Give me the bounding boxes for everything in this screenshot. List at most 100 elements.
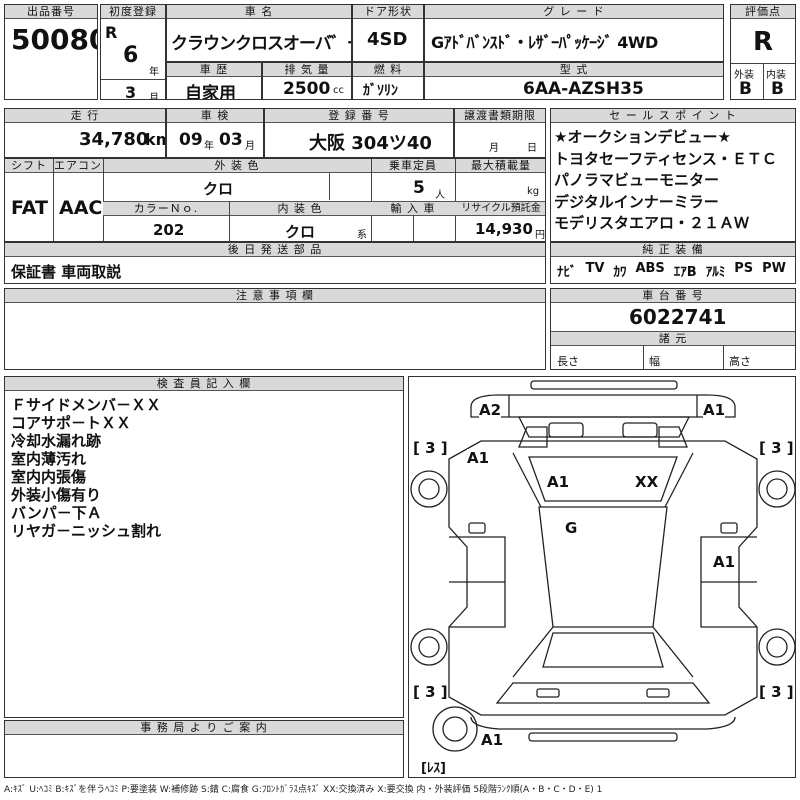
car-name: クラウンクロスオーバ゛ー [171,34,352,54]
displacement-unit: cc [333,85,344,96]
color-no-label: カラーＮｏ. [103,201,229,216]
length-label: 長さ [557,355,579,368]
remark-line: コアサポ－トＸＸ [11,414,132,432]
history-label: 車 歴 [167,63,261,77]
mileage-box: 走 行 34,780 km [4,108,166,158]
model-code: 6AA-AZSH35 [523,79,644,99]
equipment-item: PS [734,261,754,276]
plate-label: 登 録 番 号 [265,109,453,123]
mark-hood-left: A1 [547,473,570,491]
remark-line: Ｆサイドメンバ－ＸＸ [11,396,162,414]
recycle-unit: 円 [535,230,545,241]
overall-score: R [753,27,774,57]
width-label: 幅 [649,355,660,368]
history-box: 車 歴 自家用 [166,62,262,100]
transfer-day-unit: 日 [527,143,537,154]
chassis-label: 車 台 番 号 [551,289,795,303]
inspector-box: 検 査 員 記 入 欄 Ｆサイドメンバ－ＸＸ コアサポ－トＸＸ 冷却水漏れ跡 室… [4,376,404,718]
car-name-box: 車 名 クラウンクロスオーバ゛ー [166,4,352,62]
equipment-item: ABS [635,261,665,276]
sales-point: モデリスタエアロ・２１ＡＷ [554,214,750,232]
displacement-label: 排 気 量 [263,63,351,77]
sales-points-box: セ ー ル ス ポ イ ン ト ★オークションデビュー★ トヨタセーフティセンス… [550,108,796,242]
mark-rear-door-right: A1 [713,553,736,571]
transfer-label: 譲渡書類期限 [455,109,545,123]
color-section: シフト エアコン 外 装 色 乗車定員 最大積載量 FAT AAC クロ 5 人… [4,158,546,242]
lot-box: 出品番号 50080 [4,4,98,100]
car-outline [410,380,795,752]
month-unit: 月 [149,93,159,100]
grade: Gｱﾄﾞﾊﾞﾝｽﾄﾞ・ﾚｻﾞｰﾊﾟｯｹｰｼﾞ 4WD [431,33,658,52]
office-label: 事 務 局 よ り ご 案 内 [5,721,403,735]
equipment-item: ｴｱB [673,265,697,280]
tire-rear-left: [ 3 ] [413,683,448,701]
door-type: 4SD [367,29,408,50]
deferred-label: 後 日 発 送 部 品 [5,243,545,257]
exterior-score: B [739,79,752,99]
capacity-unit: 人 [435,190,445,201]
reg-year: 6 [123,43,139,68]
mark-front-bumper-left: A2 [479,401,502,419]
inspector-label: 検 査 員 記 入 欄 [5,377,403,391]
equipment-item: ｱﾙﾐ [705,265,726,280]
chassis-number: 6022741 [629,305,727,329]
equipment-item: PW [762,261,786,276]
door-box: ドア形状 4SD [352,4,424,62]
equipment-box: 純 正 装 備 ﾅﾋﾞ TV ｶﾜ ABS ｴｱB ｱﾙﾐ PS PW [550,242,796,284]
first-registration-box: 初度登録 R 6 年 3 月 [100,4,166,100]
inspection-month: 03 [219,130,243,150]
fuel-label: 燃 料 [353,63,423,77]
mark-hood-right: XX [635,473,659,491]
remark-line: 外装小傷有り [11,486,102,504]
sales-label: セ ー ル ス ポ イ ン ト [551,109,795,123]
displacement: 2500 [283,79,331,99]
sales-point: パノラマビューモニター [554,171,720,189]
notes-label: 注 意 事 項 欄 [5,289,545,303]
mark-rear-bumper: A1 [481,731,504,749]
mileage: 34,780 [79,129,149,150]
fuel: ｶﾞｿﾘﾝ [363,83,398,99]
chassis-box: 車 台 番 号 6022741 諸 元 長さ 幅 高さ [550,288,796,370]
transfer-box: 譲渡書類期限 月 日 [454,108,546,158]
spare-label: [ﾚｽ] [421,761,446,776]
capacity: 5 [413,178,425,198]
plate: 大阪 304ツ40 [309,133,432,154]
deferred-items: 保証書 車両取説 [11,263,122,281]
notes-box: 注 意 事 項 欄 [4,288,546,370]
displacement-box: 排 気 量 2500 cc [262,62,352,100]
score-label: 評価点 [731,5,795,19]
load-label: 最大積載量 [455,159,545,173]
plate-box: 登 録 番 号 大阪 304ツ40 [264,108,454,158]
grade-label: グ レ ー ド [425,5,723,19]
equipment-item: ｶﾜ [613,265,627,280]
remark-line: 室内薄汚れ [11,450,87,468]
door-label: ドア形状 [353,5,423,19]
recycle-label: リサイクル預託金 [455,201,545,216]
ac: AAC [59,197,103,219]
insp-year-unit: 年 [204,141,214,152]
year-unit: 年 [149,67,159,78]
legend: A:ｷｽﾞ U:ﾍｺﾐ B:ｷｽﾞを伴うﾍｺﾐ P:要塗装 W:補修跡 S:錆 … [4,785,603,795]
load-unit: kg [527,186,540,197]
era: R [105,23,118,42]
recycle-fee: 14,930 [475,220,533,238]
tire-front-right: [ 3 ] [759,439,794,457]
mileage-label: 走 行 [5,109,165,123]
exterior-color: クロ [203,180,234,198]
shift: FAT [11,197,48,219]
deferred-box: 後 日 発 送 部 品 保証書 車両取説 [4,242,546,284]
lot-label: 出品番号 [5,5,97,19]
ac-label: エアコン [53,159,103,173]
first-reg-label: 初度登録 [101,5,165,19]
insp-month-unit: 月 [245,141,255,152]
damage-diagram: [ 3 ] [ 3 ] [ 3 ] [ 3 ] A2 A1 A1 A1 XX G… [408,376,796,778]
import-label: 輸 入 車 [371,201,455,216]
fuel-box: 燃 料 ｶﾞｿﾘﾝ [352,62,424,100]
score-box: 評価点 R 外装 内装 B B [730,4,796,100]
inspector-remarks: Ｆサイドメンバ－ＸＸ コアサポ－トＸＸ 冷却水漏れ跡 室内薄汚れ 室内内張傷 外… [11,396,161,540]
name-label: 車 名 [167,5,351,19]
inspection-label: 車 検 [167,109,263,123]
model-code-box: 型 式 6AA-AZSH35 [424,62,724,100]
color-no: 202 [153,221,185,239]
capacity-label: 乗車定員 [371,159,455,173]
